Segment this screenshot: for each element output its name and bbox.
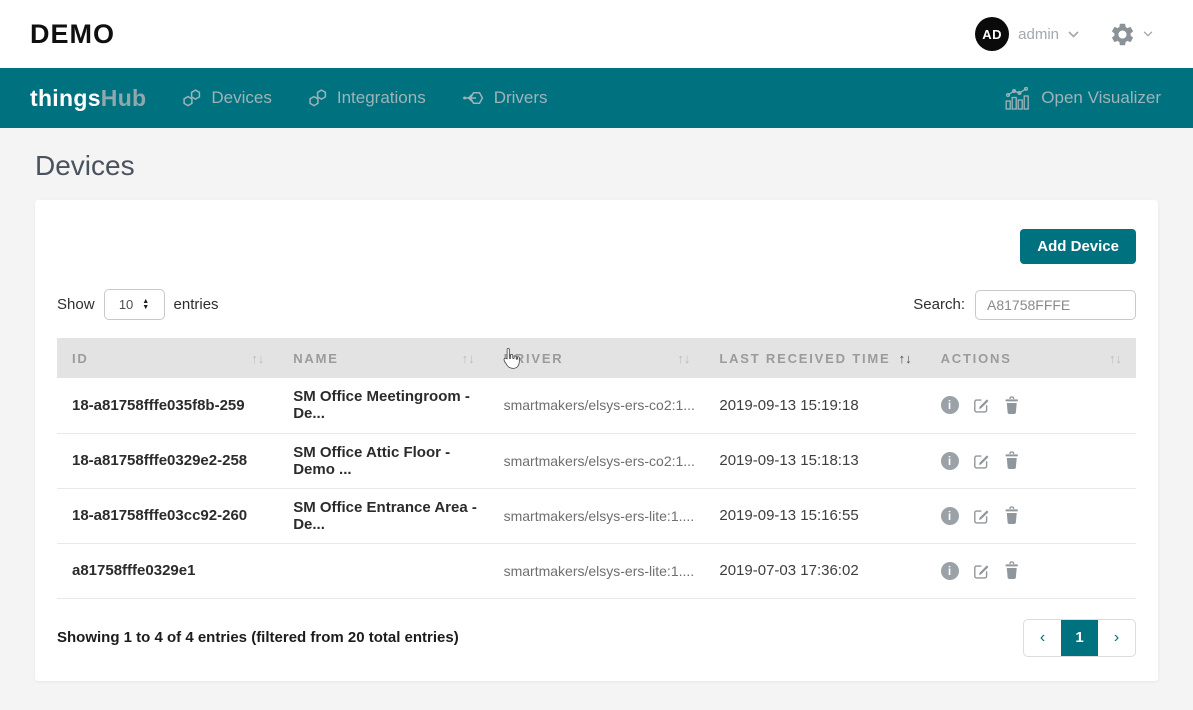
top-bar: DEMO AD admin [0,0,1193,68]
trash-icon[interactable] [1003,396,1020,415]
trash-icon[interactable] [1003,451,1020,470]
trash-icon[interactable] [1003,561,1020,580]
table-row: 18-a81758fffe03cc92-260 SM Office Entran… [57,488,1136,543]
add-device-button[interactable]: Add Device [1020,229,1136,264]
table-controls: Show 10 ▲▼ entries Search: [57,289,1136,320]
nav-item-label: Drivers [494,88,548,108]
page-size-value: 10 [119,297,133,312]
avatar[interactable]: AD [975,17,1009,51]
table-row: 18-a81758fffe0329e2-258 SM Office Attic … [57,433,1136,488]
entries-label: entries [174,296,219,313]
nav-item-integrations[interactable]: Integrations [308,88,426,108]
topbar-right: AD admin [975,17,1153,51]
arrow-hexagon-icon [462,88,485,108]
device-id: 18-a81758fffe03cc92-260 [57,488,278,543]
page-size-group: Show 10 ▲▼ entries [57,289,219,320]
column-header-driver[interactable]: DRIVER↑↓ [489,338,705,378]
table-row: 18-a81758fffe035f8b-259 SM Office Meetin… [57,378,1136,433]
pagination-next-button[interactable]: › [1098,620,1135,656]
nav-item-label: Integrations [337,88,426,108]
device-id: 18-a81758fffe0329e2-258 [57,433,278,488]
table-footer: Showing 1 to 4 of 4 entries (filtered fr… [57,619,1136,657]
device-driver: smartmakers/elsys-ers-co2:1... [489,378,705,433]
nav-item-devices[interactable]: Devices [182,88,271,108]
tenant-brand: DEMO [30,19,115,50]
sort-icon: ↑↓ [251,351,264,366]
device-id: 18-a81758fffe035f8b-259 [57,378,278,433]
sort-icon: ↑↓ [899,351,912,366]
chevron-down-icon [1143,31,1153,37]
pagination-page-1[interactable]: 1 [1061,620,1098,656]
info-icon[interactable]: i [941,396,959,414]
sort-icon: ↑↓ [677,351,690,366]
device-last-received: 2019-09-13 15:18:13 [704,433,925,488]
chart-icon [1005,87,1030,110]
open-visualizer-label: Open Visualizer [1041,88,1161,108]
logo-light: Hub [101,85,147,111]
device-name: SM Office Meetingroom - De... [278,378,488,433]
device-last-received: 2019-09-13 15:16:55 [704,488,925,543]
edit-icon[interactable] [972,507,990,525]
info-icon[interactable]: i [941,452,959,470]
pagination: ‹ 1 › [1023,619,1136,657]
search-label: Search: [913,296,965,313]
info-icon[interactable]: i [941,562,959,580]
app-logo[interactable]: thingsHub [30,85,146,112]
pagination-prev-button[interactable]: ‹ [1024,620,1061,656]
chevron-down-icon [1068,31,1079,38]
nodes-icon [308,88,328,108]
gear-icon[interactable] [1109,21,1136,48]
open-visualizer-button[interactable]: Open Visualizer [1005,87,1161,110]
username-label: admin [1018,26,1059,43]
table-row: a81758fffe0329e1 smartmakers/elsys-ers-l… [57,543,1136,598]
column-header-actions[interactable]: ACTIONS↑↓ [926,338,1136,378]
nav-item-label: Devices [211,88,271,108]
column-header-last-received-time[interactable]: LAST RECEIVED TIME↑↓ [704,338,925,378]
device-driver: smartmakers/elsys-ers-lite:1.... [489,543,705,598]
devices-table: ID↑↓ NAME↑↓ DRIVER↑↓ LAST RECEIVED TIME↑… [57,338,1136,599]
settings-menu[interactable] [1109,21,1153,48]
column-header-name[interactable]: NAME↑↓ [278,338,488,378]
logo-bold: things [30,85,101,111]
entries-summary: Showing 1 to 4 of 4 entries (filtered fr… [57,629,459,646]
edit-icon[interactable] [972,396,990,414]
page-size-select[interactable]: 10 ▲▼ [104,289,165,320]
sort-icon: ↑↓ [1109,351,1122,366]
device-name: SM Office Attic Floor - Demo ... [278,433,488,488]
nodes-icon [182,88,202,108]
device-last-received: 2019-09-13 15:19:18 [704,378,925,433]
device-name: SM Office Entrance Area - De... [278,488,488,543]
devices-card: Add Device Show 10 ▲▼ entries Search: ID… [35,200,1158,681]
show-label: Show [57,296,95,313]
nav-item-drivers[interactable]: Drivers [462,88,548,108]
edit-icon[interactable] [972,562,990,580]
nav-items: Devices Integrations Drivers [182,88,547,108]
device-driver: smartmakers/elsys-ers-co2:1... [489,433,705,488]
column-header-id[interactable]: ID↑↓ [57,338,278,378]
device-last-received: 2019-07-03 17:36:02 [704,543,925,598]
main-navbar: thingsHub Devices Integrations Drivers O… [0,68,1193,128]
user-menu[interactable]: AD admin [975,17,1079,51]
info-icon[interactable]: i [941,507,959,525]
page-title: Devices [0,128,1193,182]
search-group: Search: [913,290,1136,320]
sort-icon: ↑↓ [462,351,475,366]
search-input[interactable] [975,290,1136,320]
trash-icon[interactable] [1003,506,1020,525]
edit-icon[interactable] [972,452,990,470]
device-name [278,543,488,598]
device-id: a81758fffe0329e1 [57,543,278,598]
device-driver: smartmakers/elsys-ers-lite:1.... [489,488,705,543]
select-arrows-icon: ▲▼ [142,299,149,311]
